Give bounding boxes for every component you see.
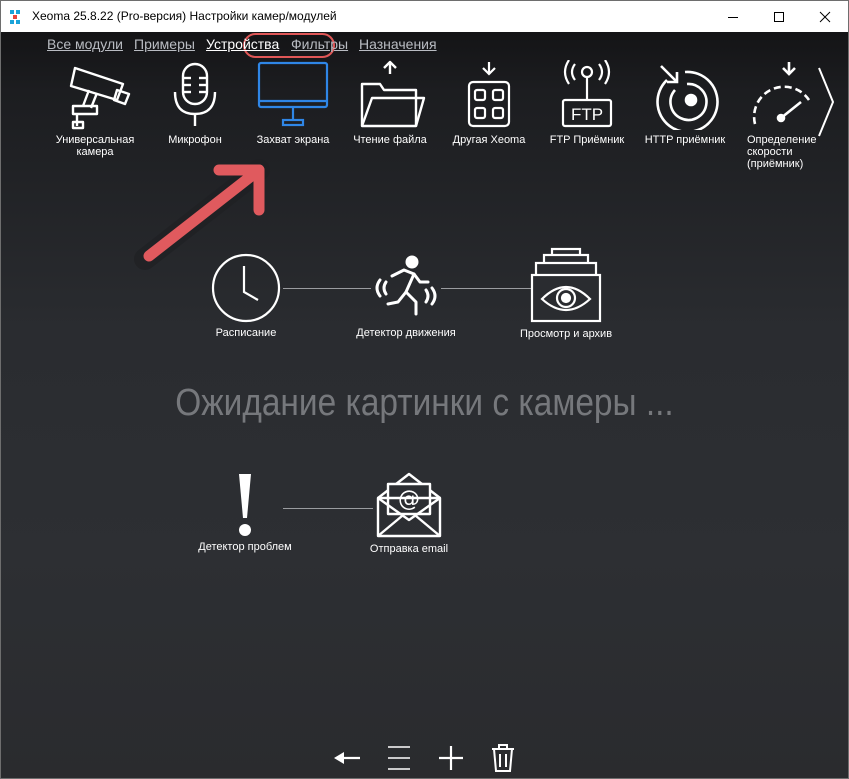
cctv-camera-icon: [69, 66, 131, 130]
plus-icon: [439, 746, 463, 770]
http-target-icon: [656, 65, 719, 130]
nav-examples[interactable]: Примеры: [134, 36, 195, 52]
exclamation-icon: [239, 474, 251, 536]
maximize-icon: [774, 11, 784, 22]
back-button[interactable]: [331, 742, 363, 774]
module-settings-panel: Все модули Примеры Устройства Фильтры На…: [1, 32, 848, 778]
bottom-toolbar: [1, 738, 848, 778]
node-view-archive[interactable]: Просмотр и архив: [516, 245, 616, 340]
module-http-receiver[interactable]: HTTP приёмник: [639, 60, 731, 146]
module-label: Чтение файла: [353, 134, 427, 146]
app-window: Xeoma 25.8.22 (Pro-версия) Настройки кам…: [0, 0, 849, 779]
module-microphone[interactable]: Микрофон: [149, 60, 241, 146]
module-other-xeoma[interactable]: Другая Xeoma: [443, 60, 535, 146]
monitor-icon: [257, 61, 329, 127]
node-motion-detector[interactable]: Детектор движения: [356, 252, 456, 339]
grid-device-icon: [467, 62, 511, 128]
email-envelope-icon: @: [376, 472, 442, 538]
trash-icon: [492, 744, 514, 772]
window-title: Xeoma 25.8.22 (Pro-версия) Настройки кам…: [32, 9, 337, 23]
node-label: Детектор движения: [356, 327, 456, 339]
delete-button[interactable]: [487, 742, 519, 774]
module-ftp-receiver[interactable]: FTP FTP Приёмник: [541, 60, 633, 146]
minimize-icon: [728, 16, 738, 18]
nav-destinations[interactable]: Назначения: [359, 36, 437, 52]
module-label: Определение скорости (приёмник): [747, 134, 817, 170]
node-label: Просмотр и архив: [519, 328, 613, 340]
nav-devices[interactable]: Устройства: [206, 36, 279, 52]
node-schedule[interactable]: Расписание: [196, 252, 296, 339]
waiting-status-text: Ожидание картинки с камеры ...: [175, 382, 674, 424]
menu-button[interactable]: [383, 742, 415, 774]
module-label: HTTP приёмник: [644, 134, 726, 146]
close-icon: [819, 11, 831, 22]
xeoma-logo-icon: [10, 10, 20, 24]
node-label: Расписание: [215, 327, 277, 339]
nav-filters[interactable]: Фильтры: [291, 36, 348, 52]
module-file-reader[interactable]: Чтение файла: [344, 60, 436, 146]
chevron-right-icon[interactable]: [816, 66, 836, 138]
maximize-button[interactable]: [756, 1, 802, 32]
eye-archive-icon: [530, 247, 602, 323]
minimize-button[interactable]: [710, 1, 756, 32]
running-man-icon: [375, 255, 437, 316]
title-bar[interactable]: Xeoma 25.8.22 (Pro-версия) Настройки кам…: [1, 1, 848, 32]
clock-icon: [211, 253, 281, 323]
module-speed-detector[interactable]: Определение скорости (приёмник): [735, 60, 825, 170]
nav-all-modules[interactable]: Все модули: [47, 36, 123, 52]
node-label: Отправка email: [369, 543, 449, 555]
module-label: FTP Приёмник: [549, 134, 625, 146]
node-problem-detector[interactable]: Детектор проблем: [195, 472, 295, 553]
folder-upload-icon: [360, 60, 426, 128]
svg-text:@: @: [398, 487, 420, 512]
microphone-icon: [173, 62, 217, 126]
add-module-button[interactable]: [435, 742, 467, 774]
close-button[interactable]: [802, 1, 848, 32]
back-arrow-icon: [334, 752, 360, 764]
node-send-email[interactable]: @ Отправка email: [359, 470, 459, 555]
node-label: Детектор проблем: [198, 541, 292, 553]
ftp-antenna-icon: FTP: [561, 60, 613, 128]
speedometer-icon: [752, 62, 811, 125]
module-screen-capture[interactable]: Захват экрана: [247, 60, 339, 146]
menu-lines-icon: [388, 746, 410, 770]
svg-text:FTP: FTP: [571, 105, 603, 124]
module-label: Другая Xeoma: [452, 134, 526, 146]
